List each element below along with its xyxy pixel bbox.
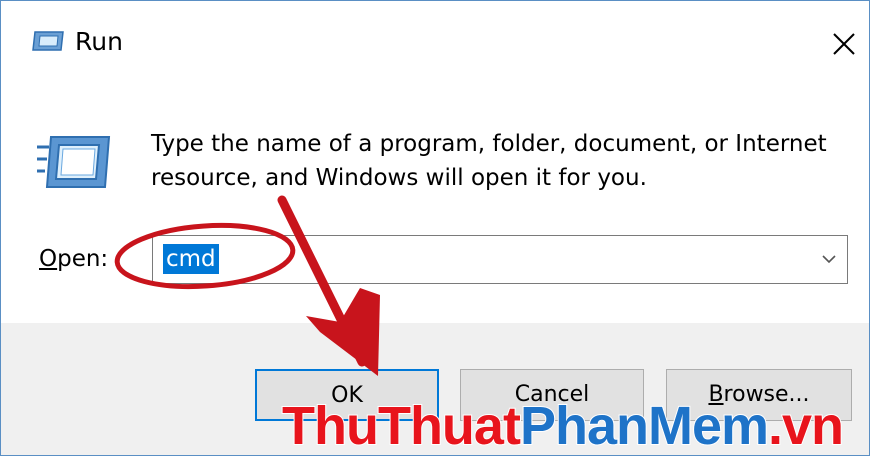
watermark-part-1: ThuThuat bbox=[281, 395, 522, 456]
watermark: ThuThuatPhanMem.vn bbox=[281, 395, 845, 456]
window-title: Run bbox=[75, 27, 123, 56]
close-icon[interactable] bbox=[819, 19, 869, 69]
run-dialog: Run Type the name of a program, folder, … bbox=[0, 0, 870, 456]
run-large-icon bbox=[37, 136, 111, 188]
title-bar[interactable]: Run bbox=[1, 1, 869, 79]
open-input-value[interactable]: cmd bbox=[163, 244, 219, 274]
description-text: Type the name of a program, folder, docu… bbox=[151, 131, 827, 191]
chevron-down-icon[interactable] bbox=[819, 249, 839, 269]
open-label-mnemonic: O bbox=[39, 246, 58, 272]
dialog-content: Type the name of a program, folder, docu… bbox=[1, 79, 869, 323]
run-app-icon bbox=[32, 31, 64, 51]
open-combobox[interactable]: cmd bbox=[152, 235, 848, 284]
watermark-part-2: PhanMem bbox=[519, 395, 770, 456]
open-label: Open: bbox=[39, 246, 108, 272]
open-label-rest: pen: bbox=[57, 246, 109, 272]
watermark-part-3: .vn bbox=[767, 395, 845, 456]
